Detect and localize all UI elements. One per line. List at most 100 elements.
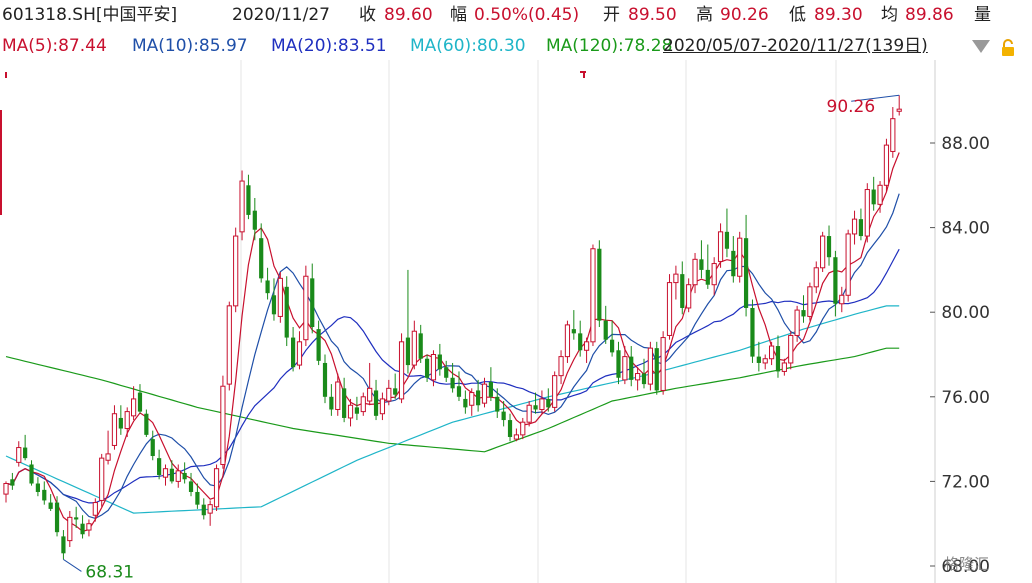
candle xyxy=(826,225,832,266)
candle-body xyxy=(743,238,749,308)
quote-header: 601318.SH[中国平安] 2020/11/27 收 89.60 幅 0.5… xyxy=(0,0,1032,30)
candle xyxy=(437,343,442,376)
candle xyxy=(169,460,174,484)
y-tick-label: 72.00 xyxy=(941,472,990,492)
candle-body xyxy=(92,502,98,516)
candle-body xyxy=(207,504,213,514)
candle-body xyxy=(259,238,264,279)
candle-body xyxy=(801,310,806,317)
candle xyxy=(398,333,405,404)
candle-body xyxy=(347,404,354,419)
y-tick-label: 84.00 xyxy=(941,219,990,239)
candle-body xyxy=(284,286,289,338)
candle-body xyxy=(711,263,717,286)
candle-body xyxy=(845,233,851,296)
candle xyxy=(10,472,15,490)
candle xyxy=(564,320,571,363)
candle-body xyxy=(157,458,162,476)
triangle-down-icon[interactable] xyxy=(972,40,990,53)
candle-body xyxy=(724,231,730,249)
candle-body xyxy=(833,257,838,304)
candle-body xyxy=(437,354,442,370)
candle-body xyxy=(794,309,800,336)
candle-body xyxy=(367,387,373,402)
candle-body xyxy=(430,354,437,381)
candle-body xyxy=(322,362,328,397)
candle xyxy=(16,441,22,467)
candle xyxy=(354,396,359,421)
candle xyxy=(105,430,111,465)
candle xyxy=(182,462,187,484)
candle xyxy=(495,388,500,418)
candle-body xyxy=(781,362,787,372)
candle-body xyxy=(42,489,47,501)
candle-body xyxy=(118,417,123,429)
candle xyxy=(724,208,730,258)
candle-body xyxy=(131,398,137,417)
candle-body xyxy=(354,407,359,414)
candle xyxy=(296,331,303,370)
candle xyxy=(871,176,876,211)
candle xyxy=(750,299,755,363)
candle-body xyxy=(731,250,736,277)
candle xyxy=(590,244,596,347)
candle xyxy=(507,413,513,442)
candle xyxy=(680,261,685,315)
candle xyxy=(80,515,85,539)
candle xyxy=(213,464,220,512)
candle xyxy=(629,346,634,387)
candle-body xyxy=(717,231,724,262)
lock-icon[interactable] xyxy=(998,38,1018,58)
candle xyxy=(144,409,149,437)
candle-body xyxy=(386,387,392,402)
candle-body xyxy=(469,392,475,406)
candle-body xyxy=(74,517,79,520)
low-price-label: 68.31 xyxy=(85,562,134,582)
candle xyxy=(291,327,296,372)
candle-body xyxy=(405,337,411,366)
candle-body xyxy=(610,339,615,353)
candle-body xyxy=(150,439,155,457)
candle xyxy=(48,494,53,512)
candle xyxy=(616,341,621,385)
candle-body xyxy=(48,502,53,509)
date-range-selector[interactable]: 2020/05/07-2020/11/27(139日) xyxy=(663,30,928,62)
candle-body xyxy=(137,392,143,412)
candle xyxy=(686,278,692,313)
candle-body xyxy=(673,273,679,284)
candle xyxy=(469,388,475,416)
candle-body xyxy=(622,356,628,381)
candle xyxy=(284,276,289,347)
candle xyxy=(35,477,40,497)
candle xyxy=(386,379,392,406)
candle xyxy=(310,263,315,334)
high-label: 高 xyxy=(696,5,713,25)
candle-body xyxy=(418,333,423,359)
candle-body xyxy=(175,470,181,482)
candle-body xyxy=(265,280,270,294)
candle-body xyxy=(360,396,366,413)
candle xyxy=(86,519,92,537)
candle xyxy=(546,388,551,412)
candle-body xyxy=(105,453,111,461)
candle xyxy=(329,384,334,416)
ma10-legend: MA(10):85.97 xyxy=(132,36,248,56)
candle-body xyxy=(680,274,685,308)
candle-body xyxy=(450,377,455,389)
candle-body xyxy=(526,404,532,423)
candle xyxy=(877,181,883,213)
candle xyxy=(476,379,481,412)
candle-body xyxy=(501,411,506,421)
candle-body xyxy=(99,457,105,501)
stock-code: 601318.SH[中国平安] xyxy=(2,5,178,25)
candle-body xyxy=(769,345,775,360)
candle xyxy=(597,240,602,328)
candle xyxy=(851,210,858,245)
candle xyxy=(418,324,423,363)
candle-body xyxy=(111,413,118,446)
candle xyxy=(539,390,545,414)
candle-body xyxy=(507,420,513,437)
candle-body xyxy=(520,421,526,436)
candle xyxy=(526,401,532,427)
candle xyxy=(571,310,576,340)
